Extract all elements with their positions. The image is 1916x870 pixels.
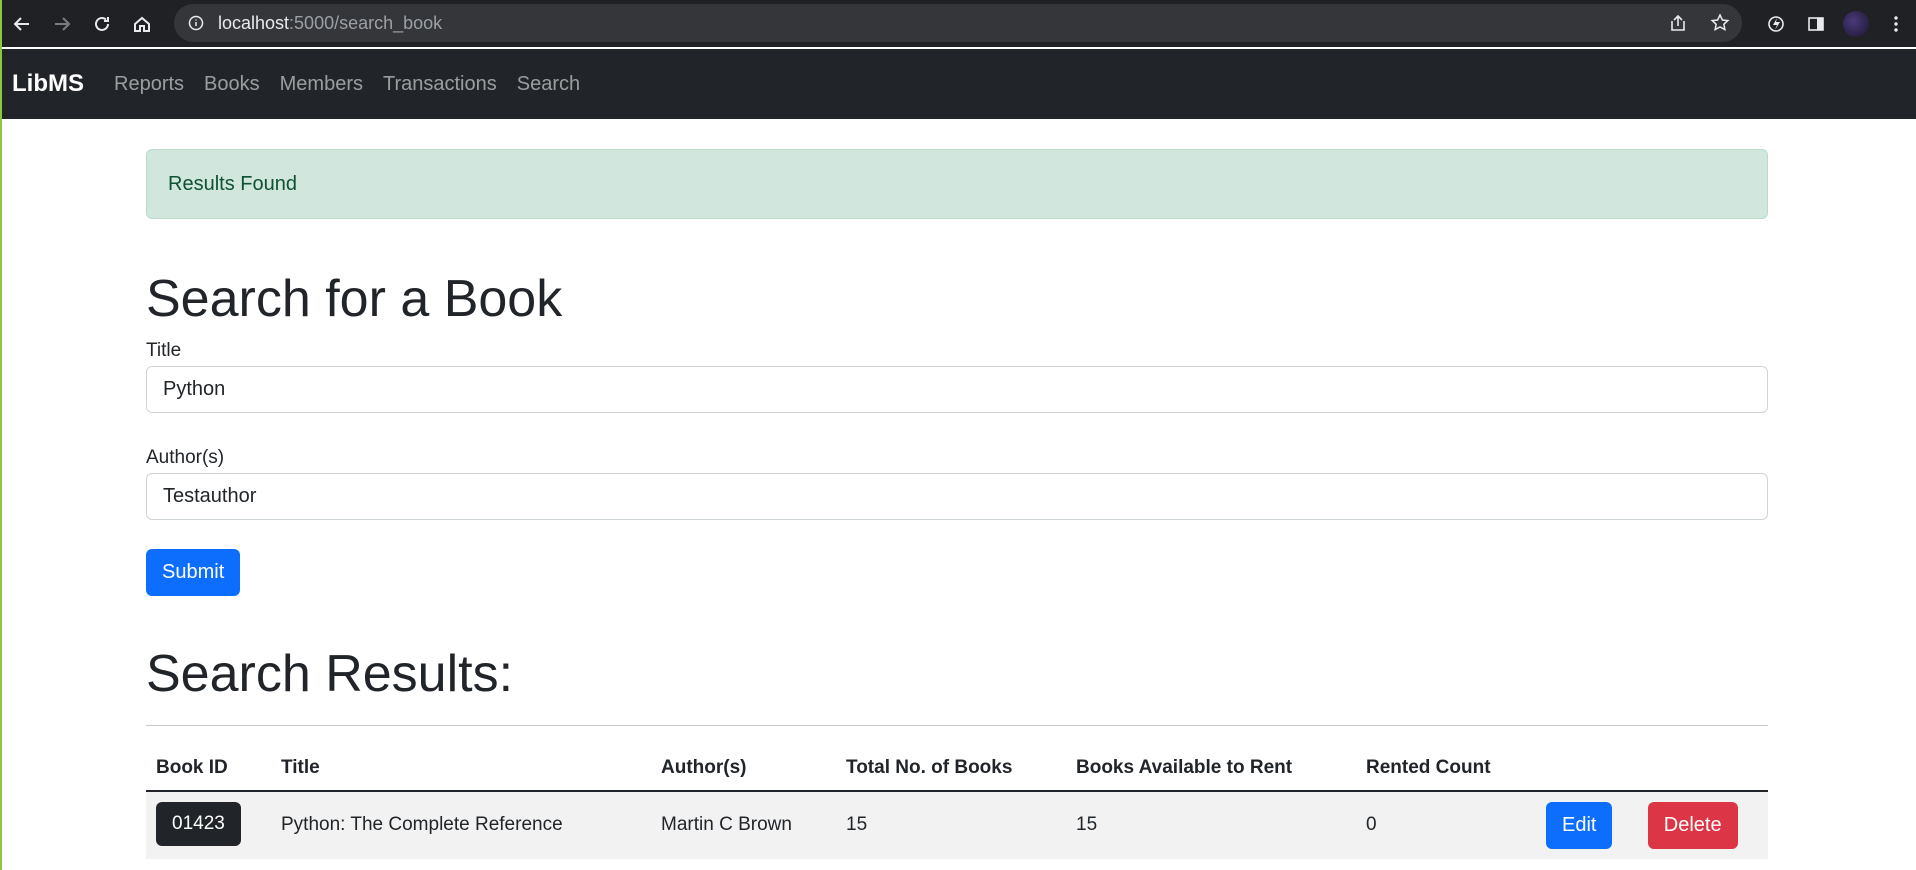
- results-table: Book ID Title Author(s) Total No. of Boo…: [146, 746, 1768, 860]
- success-alert: Results Found: [146, 149, 1768, 219]
- brand-logo[interactable]: LibMS: [12, 70, 84, 98]
- edit-button[interactable]: Edit: [1546, 802, 1613, 850]
- submit-button[interactable]: Submit: [146, 549, 241, 597]
- column-header-rented: Rented Count: [1356, 746, 1536, 793]
- reload-icon[interactable]: [82, 4, 122, 44]
- book-total: 15: [846, 814, 868, 836]
- profile-avatar[interactable]: [1836, 4, 1876, 44]
- nav-link-books[interactable]: Books: [194, 73, 270, 96]
- forward-arrow-icon[interactable]: [42, 4, 82, 44]
- nav-links: Reports Books Members Transactions Searc…: [104, 73, 590, 96]
- browser-toolbar: localhost:5000/search_book: [2, 0, 1916, 47]
- nav-link-search[interactable]: Search: [507, 73, 590, 96]
- title-label: Title: [146, 340, 182, 362]
- home-icon[interactable]: [122, 4, 162, 44]
- divider: [146, 725, 1768, 727]
- app-navbar: LibMS Reports Books Members Transactions…: [2, 49, 1916, 119]
- delete-button[interactable]: Delete: [1647, 802, 1738, 850]
- side-panel-icon[interactable]: [1796, 4, 1836, 44]
- book-available: 15: [1076, 814, 1098, 836]
- address-bar[interactable]: localhost:5000/search_book: [174, 4, 1742, 42]
- author-label: Author(s): [146, 447, 225, 469]
- book-authors: Martin C Brown: [661, 814, 792, 836]
- column-header-book-id: Book ID: [146, 746, 271, 793]
- page-title: Search for a Book: [146, 270, 563, 328]
- book-title: Python: The Complete Reference: [281, 814, 563, 836]
- site-info-icon[interactable]: [188, 15, 204, 31]
- url-text[interactable]: localhost:5000/search_book: [218, 13, 442, 34]
- column-header-total: Total No. of Books: [836, 746, 1066, 793]
- url-path: :5000/search_book: [289, 12, 443, 33]
- back-arrow-icon[interactable]: [2, 4, 42, 44]
- column-header-authors: Author(s): [651, 746, 836, 793]
- book-id-badge: 01423: [156, 802, 241, 847]
- results-heading: Search Results:: [146, 645, 514, 704]
- title-input[interactable]: [146, 366, 1768, 414]
- url-host: localhost: [218, 12, 290, 33]
- bookmark-star-icon[interactable]: [1710, 13, 1730, 33]
- table-header-row: Book ID Title Author(s) Total No. of Boo…: [146, 746, 1768, 793]
- nav-link-transactions[interactable]: Transactions: [373, 73, 507, 96]
- browser-window: localhost:5000/search_book LibMS Reports…: [2, 0, 1916, 870]
- table-row: 01423 Python: The Complete Reference Mar…: [146, 791, 1768, 860]
- column-header-available: Books Available to Rent: [1066, 746, 1356, 793]
- menu-kebab-icon[interactable]: [1876, 4, 1916, 44]
- nav-link-members[interactable]: Members: [270, 73, 373, 96]
- author-input[interactable]: [146, 473, 1768, 521]
- share-icon[interactable]: [1668, 13, 1688, 33]
- book-rented: 0: [1366, 814, 1377, 836]
- alert-message: Results Found: [168, 172, 297, 195]
- column-header-title: Title: [271, 746, 651, 793]
- main-content: Results Found Search for a Book Title Au…: [146, 119, 1768, 860]
- nav-link-reports[interactable]: Reports: [104, 73, 194, 96]
- column-header-actions: [1536, 746, 1768, 793]
- extension-icon[interactable]: [1756, 4, 1796, 44]
